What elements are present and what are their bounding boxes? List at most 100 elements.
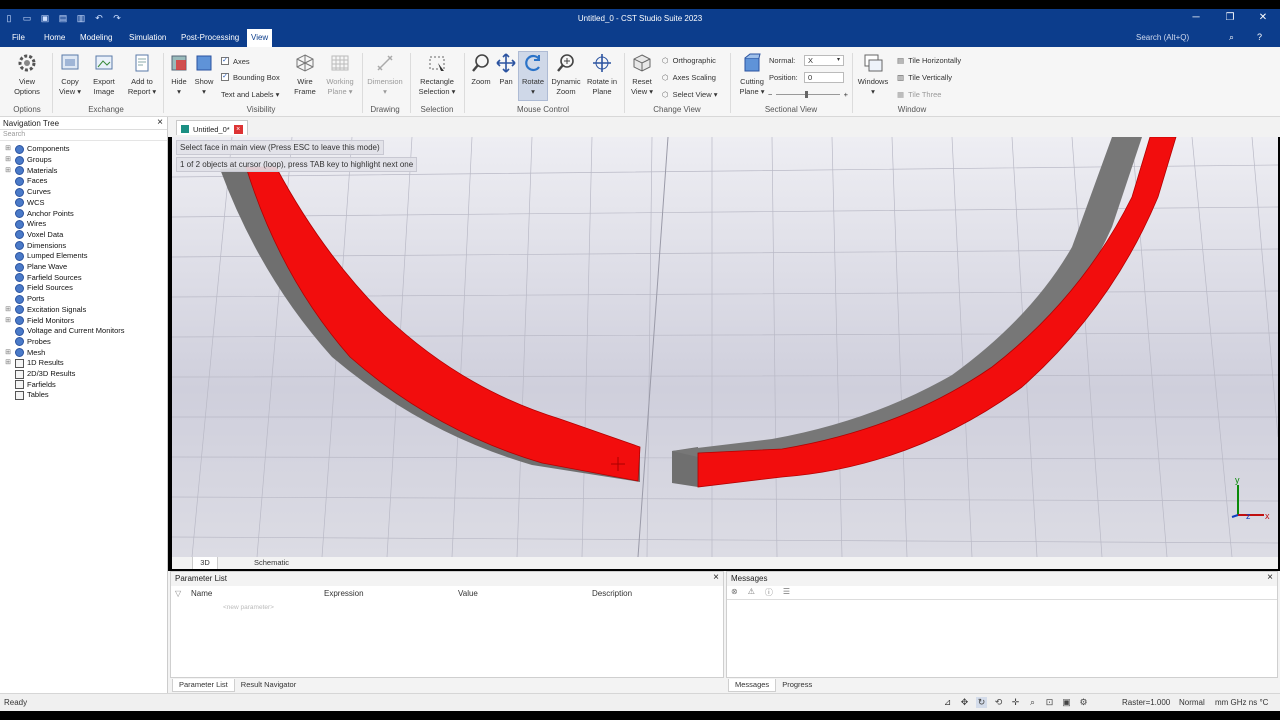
expand-icon[interactable]: ⊞ [4,145,12,153]
tree-item[interactable]: ⊞ Excitation Signals [4,305,86,316]
view-options-button[interactable]: View Options [8,52,46,97]
tree-item[interactable]: Farfields [4,379,56,390]
expand-icon[interactable]: ⊞ [4,306,12,314]
help-button[interactable]: ? [1257,32,1262,42]
tree-item[interactable]: ⊞ Components [4,144,70,155]
tree-item[interactable]: WCS [4,198,45,209]
expand-icon[interactable]: ⊞ [4,317,12,325]
expand-icon[interactable]: ⊞ [4,349,12,357]
tree-search-input[interactable]: Search [0,130,167,141]
tree-item[interactable]: Curves [4,187,51,198]
tree-item[interactable]: Voltage and Current Monitors [4,326,125,337]
tree-item[interactable]: Lumped Elements [4,251,87,262]
axes-checkbox[interactable]: ✓ Axes [221,55,250,67]
tab-progress[interactable]: Progress [776,679,818,692]
position-slider[interactable]: − + [768,88,848,100]
zoom-button[interactable]: Zoom [469,52,493,87]
zoom-tool-icon[interactable]: ⌕ [1027,697,1038,708]
slider-thumb[interactable] [804,90,808,98]
close-icon[interactable]: × [1267,572,1273,583]
close-icon[interactable]: × [713,572,719,583]
bounding-box-checkbox[interactable]: ✓ Bounding Box [221,71,280,83]
tree-item[interactable]: ⊞ Mesh [4,347,45,358]
tree-item[interactable]: Ports [4,294,45,305]
expand-icon[interactable]: ⊞ [4,359,12,367]
cutting-plane-button[interactable]: Cutting Plane ▾ [736,52,768,97]
rotate-in-plane-button[interactable]: Rotate in Plane [585,52,619,97]
rectangle-selection-button[interactable]: Rectangle Selection ▾ [416,52,458,97]
dynamic-zoom-button[interactable]: Dynamic Zoom [550,52,582,97]
tree-item[interactable]: Probes [4,337,51,348]
document-tab[interactable]: Untitled_0* × [176,120,248,135]
tile-vertically-button[interactable]: ▥ Tile Vertically [897,71,952,83]
add-to-report-button[interactable]: Add to Report ▾ [126,52,158,97]
settings-icon[interactable]: ⚙ [1078,697,1089,708]
menu-file[interactable]: File [8,29,29,47]
warning-filter-icon[interactable]: ⚠ [748,587,755,598]
tree-item[interactable]: Farfield Sources [4,272,82,283]
position-field[interactable]: 0 [804,72,844,83]
reset-view-button[interactable]: Reset View ▾ [628,52,656,97]
close-tab-icon[interactable]: × [233,124,243,134]
tab-schematic[interactable]: Schematic [248,557,295,569]
info-filter-icon[interactable]: ⓘ [765,587,773,598]
select-tool-icon[interactable]: ⊿ [942,697,953,708]
expand-icon[interactable]: ⊞ [4,156,12,164]
copy-view-button[interactable]: Copy View ▾ [56,52,84,97]
column-name[interactable]: Name [191,589,212,598]
text-and-labels-dropdown[interactable]: Text and Labels ▾ [221,88,279,100]
fit-view-icon[interactable]: ⊡ [1044,697,1055,708]
tab-messages[interactable]: Messages [728,679,777,692]
tree-item[interactable]: 2D/3D Results [4,369,75,380]
tree-item[interactable]: Wires [4,219,46,230]
windows-button[interactable]: Windows ▾ [856,52,890,97]
pan-tool-icon[interactable]: ✥ [959,697,970,708]
dimension-button[interactable]: Dimension ▾ [366,52,404,97]
tree-item[interactable]: Voxel Data [4,230,63,241]
close-icon[interactable]: × [157,117,163,128]
tree-item[interactable]: ⊞ 1D Results [4,358,64,369]
menu-home[interactable]: Home [40,29,69,47]
rotate-button[interactable]: Rotate ▾ [518,51,548,101]
main-3d-view[interactable]: y z x Select face in main view (Press ES… [172,137,1278,557]
move-tool-icon[interactable]: ✛ [1010,697,1021,708]
expand-icon[interactable]: ⊞ [4,167,12,175]
search-icon[interactable]: ⌕ [1229,32,1234,43]
tab-result-navigator[interactable]: Result Navigator [235,679,302,692]
hide-button[interactable]: Hide ▾ [168,52,190,97]
tab-parameter-list[interactable]: Parameter List [172,679,235,692]
filter-icon[interactable]: ▽ [175,589,181,598]
menu-post-processing[interactable]: Post-Processing [177,29,243,47]
tree-item[interactable]: ⊞ Field Monitors [4,315,74,326]
menu-view[interactable]: View [247,29,273,47]
search-input[interactable]: Search (Alt+Q) ⌕ [1130,31,1238,45]
rotate-tool-icon[interactable]: ↻ [976,697,987,708]
new-parameter-row[interactable]: <new parameter> [223,604,274,611]
tree-item[interactable]: Field Sources [4,283,73,294]
tile-three-button[interactable]: ▦ Tile Three [897,88,941,100]
tree-item[interactable]: Anchor Points [4,208,74,219]
working-plane-button[interactable]: Working Plane ▾ [323,52,357,97]
tree-item[interactable]: ⊞ Groups [4,155,52,166]
shading-icon[interactable]: ▣ [1061,697,1072,708]
rotate-in-plane-tool-icon[interactable]: ⟲ [993,697,1004,708]
tab-3d[interactable]: 3D [192,557,218,569]
axes-scaling-button[interactable]: ⬡ Axes Scaling [662,71,716,83]
normal-select[interactable]: X ▾ [804,55,844,66]
column-expression[interactable]: Expression [324,589,364,598]
message-list-icon[interactable]: ☰ [783,587,790,598]
menu-simulation[interactable]: Simulation [125,29,170,47]
pan-button[interactable]: Pan [495,52,517,87]
tile-horizontally-button[interactable]: ▤ Tile Horizontally [897,54,961,66]
tree-item[interactable]: Tables [4,390,49,401]
tree-item[interactable]: ⊞ Materials [4,165,57,176]
select-view-dropdown[interactable]: ⬡ Select View ▾ [662,88,717,100]
minimize-button[interactable]: ─ [1188,12,1204,23]
tree-item[interactable]: Dimensions [4,240,66,251]
maximize-button[interactable]: ❐ [1222,12,1238,23]
menu-modeling[interactable]: Modeling [76,29,116,47]
tree-item[interactable]: Faces [4,176,47,187]
tree-item[interactable]: Plane Wave [4,262,67,273]
orthographic-button[interactable]: ⬡ Orthographic [662,54,716,66]
error-filter-icon[interactable]: ⊗ [731,587,738,598]
